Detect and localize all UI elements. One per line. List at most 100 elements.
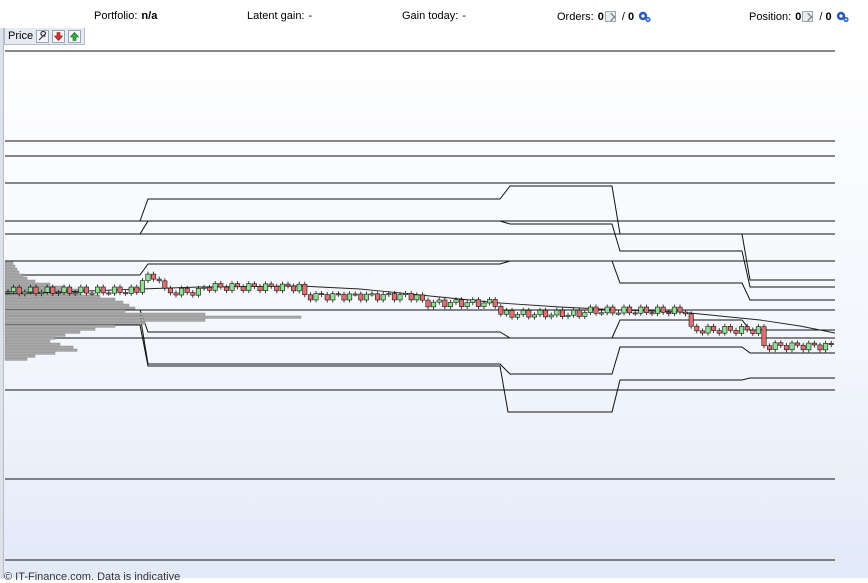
candle-down <box>352 293 358 296</box>
candle-down <box>291 285 297 292</box>
candle-down <box>727 326 733 331</box>
wrench-icon[interactable] <box>36 29 50 43</box>
arrow-down-icon[interactable] <box>52 29 66 43</box>
candle-up <box>537 309 543 316</box>
volume-profile-bar <box>4 324 116 328</box>
candle-down <box>123 292 129 295</box>
price-chart[interactable] <box>0 0 868 578</box>
volume-profile-bar <box>4 306 136 310</box>
candle-up <box>397 294 403 301</box>
volume-profile-bar <box>4 312 206 316</box>
candle-up <box>363 293 369 301</box>
candle-up <box>599 312 605 315</box>
candle-down <box>190 292 196 296</box>
volume-profile-bar <box>4 297 116 301</box>
volume-profile-bar <box>4 354 36 358</box>
candle-up <box>487 299 493 304</box>
candle-up <box>55 292 61 294</box>
candle-down <box>156 278 162 282</box>
candle-down <box>134 286 140 293</box>
candle-down <box>688 313 694 327</box>
candle-down <box>509 310 515 318</box>
candle-down <box>660 306 666 313</box>
volume-profile-bar <box>4 333 66 337</box>
candle-down <box>375 293 381 301</box>
candle-down <box>358 293 364 301</box>
candle-down <box>240 286 246 291</box>
volume-profile-bar <box>4 264 16 268</box>
candle-up <box>470 299 476 303</box>
candle-up <box>313 293 319 301</box>
candle-up <box>739 326 745 334</box>
candle-up <box>436 299 442 303</box>
candle-up <box>369 293 375 296</box>
candle-up <box>705 325 711 334</box>
candle-down <box>167 287 173 294</box>
candle-up <box>481 302 487 307</box>
candle-down <box>33 286 39 295</box>
candle-down <box>498 306 504 315</box>
candle-up <box>548 314 554 318</box>
candle-down <box>341 293 347 301</box>
candle-down <box>526 309 532 318</box>
candle-down <box>285 283 291 287</box>
candle-up <box>139 280 145 293</box>
candle-up <box>806 342 812 351</box>
candle-down <box>576 309 582 317</box>
candle-down <box>235 283 241 288</box>
volume-profile-bar <box>4 270 20 274</box>
arrow-up-icon[interactable] <box>68 29 82 43</box>
candle-down <box>593 306 599 314</box>
candle-up <box>246 283 252 291</box>
volume-profile-bar <box>4 327 96 331</box>
candle-down <box>543 309 549 318</box>
candle-down <box>828 343 834 345</box>
candle-up <box>615 312 621 315</box>
price-panel-title: Price <box>8 30 34 42</box>
candle-down <box>767 345 773 350</box>
candle-up <box>61 286 67 293</box>
volume-profile-bar <box>4 273 24 277</box>
candle-up <box>95 286 101 294</box>
candle-up <box>78 286 84 294</box>
volume-profile-bar <box>4 336 56 340</box>
candle-down <box>677 306 683 313</box>
candle-down <box>716 330 722 334</box>
candle-down <box>683 311 689 315</box>
band-line <box>5 260 835 301</box>
candle-down <box>251 283 257 287</box>
candle-up <box>347 293 353 301</box>
candle-down <box>559 309 565 318</box>
candle-up <box>638 306 644 314</box>
candle-down <box>83 286 89 294</box>
candle-down <box>649 312 655 315</box>
candle-up <box>279 283 285 292</box>
candle-down <box>324 294 330 301</box>
volume-profile-bar <box>4 300 124 304</box>
candle-down <box>783 345 789 351</box>
volume-profile-bar <box>4 276 28 280</box>
price-panel-header: Price <box>4 28 86 45</box>
candle-up <box>515 314 521 318</box>
candle-up <box>22 291 28 295</box>
candle-down <box>223 286 229 291</box>
candle-up <box>414 294 420 301</box>
candle-down <box>268 283 274 287</box>
candle-down <box>173 292 179 296</box>
candle-up <box>27 286 33 293</box>
candle-up <box>39 291 45 295</box>
volume-profile-bar <box>4 279 36 283</box>
candle-down <box>16 286 22 295</box>
candle-down <box>50 286 56 294</box>
candle-down <box>632 312 638 315</box>
candle-up <box>655 306 661 314</box>
candle-up <box>201 287 207 289</box>
candle-down <box>610 306 616 314</box>
volume-profile-bar <box>4 348 78 352</box>
candle-down <box>750 329 756 334</box>
volume-profile-bar <box>4 330 81 334</box>
volume-profile-bar <box>4 267 18 271</box>
candle-down <box>319 293 325 295</box>
candle-down <box>711 325 717 331</box>
horizontal-levels <box>5 50 835 561</box>
